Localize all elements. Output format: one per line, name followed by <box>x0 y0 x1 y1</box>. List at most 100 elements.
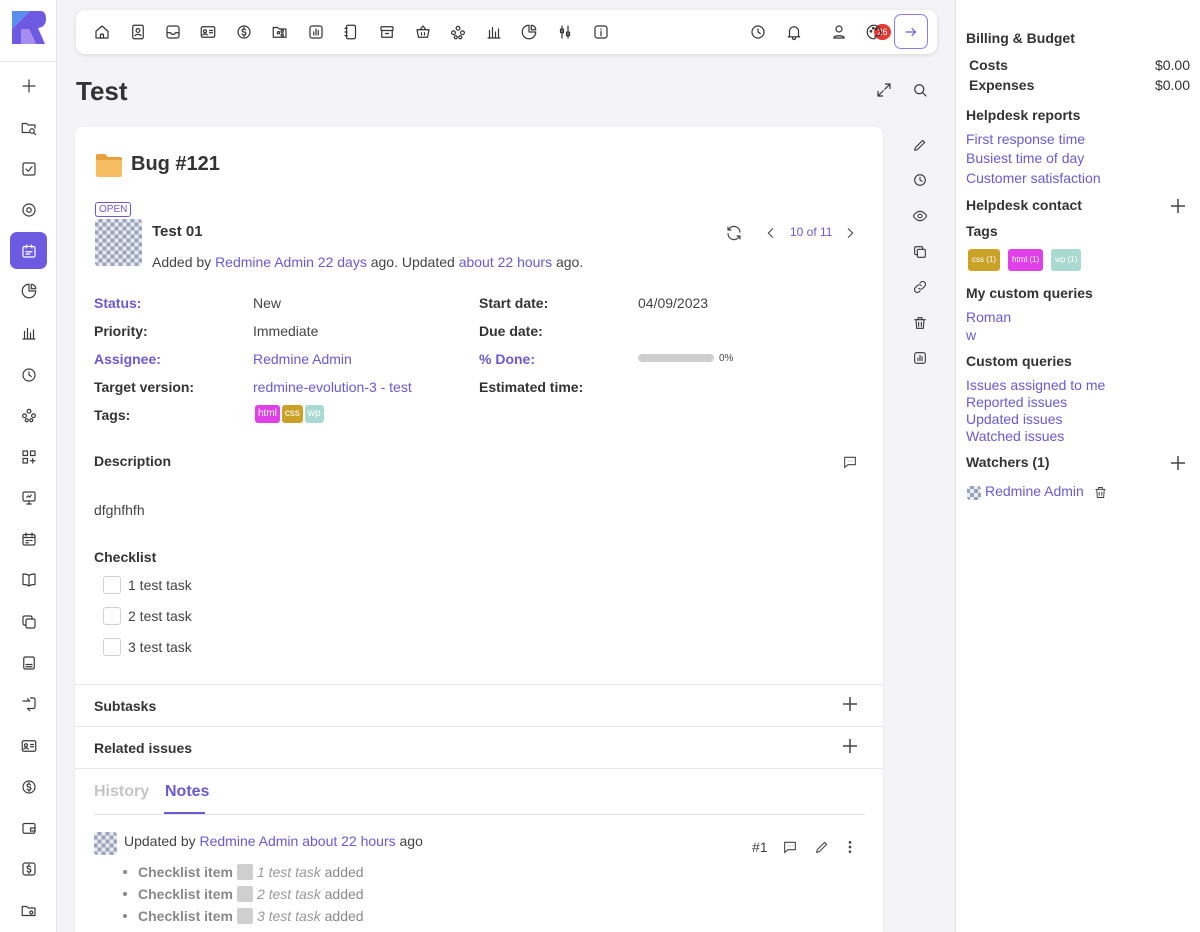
nav-invoices[interactable] <box>10 768 47 805</box>
report-link[interactable]: Customer satisfaction <box>966 170 1101 186</box>
issue-position[interactable]: 10 of 11 <box>790 225 832 239</box>
nav-search-folder[interactable] <box>10 109 47 146</box>
nav-tasks[interactable] <box>10 150 47 187</box>
shared-folder-button[interactable] <box>269 21 291 43</box>
logout-button[interactable] <box>894 14 928 49</box>
refresh-icon[interactable] <box>725 224 743 242</box>
nav-locations[interactable] <box>10 191 47 228</box>
updated-ago-link[interactable]: about 22 hours <box>459 254 552 270</box>
finance-button[interactable] <box>233 21 255 43</box>
nav-time[interactable] <box>10 356 47 393</box>
previous-issue-icon[interactable] <box>763 225 779 241</box>
custom-query-link[interactable]: Issues assigned to me <box>966 377 1105 393</box>
note-author-link[interactable]: Redmine Admin <box>200 833 299 849</box>
profile-button[interactable] <box>828 21 850 43</box>
note-number[interactable]: #1 <box>752 839 768 855</box>
nav-people[interactable] <box>10 396 47 433</box>
nav-wiki[interactable] <box>10 561 47 598</box>
theme-button[interactable] <box>863 21 885 43</box>
add-watcher-button[interactable] <box>1171 456 1185 473</box>
quote-icon[interactable] <box>842 454 858 470</box>
plus-icon <box>1171 199 1185 213</box>
status-label[interactable]: Status: <box>94 295 141 311</box>
tag-html[interactable]: html <box>255 405 280 423</box>
sidebar-tag-wp[interactable]: wp (1) <box>1051 249 1082 271</box>
copy-link-button[interactable] <box>908 275 932 299</box>
time-tracker-button[interactable] <box>747 21 769 43</box>
nav-issues[interactable] <box>10 232 47 269</box>
nav-expenses[interactable] <box>10 850 47 887</box>
add-related-issue-button[interactable] <box>843 739 861 757</box>
nav-news[interactable] <box>10 644 47 681</box>
checklist-checkbox[interactable] <box>103 607 121 625</box>
trash-icon[interactable] <box>1093 485 1108 500</box>
info-button[interactable] <box>590 21 612 43</box>
home-button[interactable] <box>91 21 113 43</box>
my-query-link[interactable]: Roman <box>966 309 1011 325</box>
checklist-checkbox[interactable] <box>103 638 121 656</box>
contacts-button[interactable] <box>127 21 149 43</box>
checklist-checkbox[interactable] <box>103 576 121 594</box>
app-logo[interactable] <box>10 9 47 46</box>
copy-issue-button[interactable] <box>908 240 932 264</box>
sidebar-tag-css[interactable]: css (1) <box>968 249 1001 271</box>
nav-calendar[interactable] <box>10 520 47 557</box>
notifications-button[interactable] <box>783 21 805 43</box>
sidebar-tag-html[interactable]: html (1) <box>1008 249 1044 271</box>
nav-contacts[interactable] <box>10 727 47 764</box>
custom-query-link[interactable]: Reported issues <box>966 394 1067 410</box>
nav-apps[interactable] <box>10 438 47 475</box>
issues-icon <box>21 243 36 258</box>
next-issue-icon[interactable] <box>842 225 858 241</box>
issue-stats-button[interactable] <box>908 346 932 370</box>
added-ago-link[interactable]: 22 days <box>318 254 367 270</box>
note-ago-link[interactable]: about 22 hours <box>302 833 395 849</box>
settings-sliders-button[interactable] <box>554 21 576 43</box>
cards-button[interactable] <box>197 21 219 43</box>
tag-css[interactable]: css <box>281 405 303 423</box>
basket-button[interactable] <box>412 21 434 43</box>
nav-files[interactable] <box>10 892 47 929</box>
more-vertical-icon[interactable] <box>842 839 858 855</box>
author-link[interactable]: Redmine Admin <box>215 254 314 270</box>
assignee-link[interactable]: Redmine Admin <box>253 351 352 367</box>
nav-charts[interactable] <box>10 314 47 351</box>
add-subtask-button[interactable] <box>843 697 861 715</box>
notebook-button[interactable] <box>340 21 362 43</box>
nav-reports[interactable] <box>10 272 47 309</box>
team-button[interactable] <box>447 21 469 43</box>
tag-count: (1) <box>1029 255 1040 264</box>
fullscreen-button[interactable] <box>873 79 895 101</box>
my-query-link[interactable]: w <box>966 327 976 343</box>
done-label[interactable]: % Done: <box>479 351 535 367</box>
assignee-label[interactable]: Assignee: <box>94 351 161 367</box>
archive-button[interactable] <box>376 21 398 43</box>
new-item-button[interactable] <box>10 67 47 104</box>
nav-wallet[interactable] <box>10 809 47 846</box>
log-time-button[interactable] <box>908 168 932 192</box>
pie-chart-button[interactable] <box>518 21 540 43</box>
tab-history[interactable]: History <box>94 783 149 801</box>
watcher-link[interactable]: Redmine Admin <box>985 483 1084 499</box>
nav-dashboard[interactable] <box>10 479 47 516</box>
custom-query-link[interactable]: Watched issues <box>966 428 1064 444</box>
edit-issue-button[interactable] <box>908 133 932 157</box>
nav-documents[interactable] <box>10 603 47 640</box>
nav-transfer[interactable] <box>10 685 47 722</box>
delete-issue-button[interactable] <box>908 311 932 335</box>
pencil-icon[interactable] <box>814 839 830 855</box>
search-button[interactable] <box>909 79 931 101</box>
target-version-link[interactable]: redmine-evolution-3 - test <box>253 379 412 395</box>
analytics-button[interactable] <box>305 21 327 43</box>
report-link[interactable]: First response time <box>966 131 1085 147</box>
inbox-button[interactable] <box>162 21 184 43</box>
add-contact-button[interactable] <box>1171 199 1185 216</box>
tab-notes[interactable]: Notes <box>165 783 209 801</box>
bar-chart-button[interactable] <box>483 21 505 43</box>
tag-wp[interactable]: wp <box>304 405 324 423</box>
quote-icon[interactable] <box>782 839 798 855</box>
report-link[interactable]: Busiest time of day <box>966 150 1084 166</box>
watch-button[interactable] <box>908 204 932 228</box>
custom-query-link[interactable]: Updated issues <box>966 411 1063 427</box>
divider <box>75 768 883 769</box>
